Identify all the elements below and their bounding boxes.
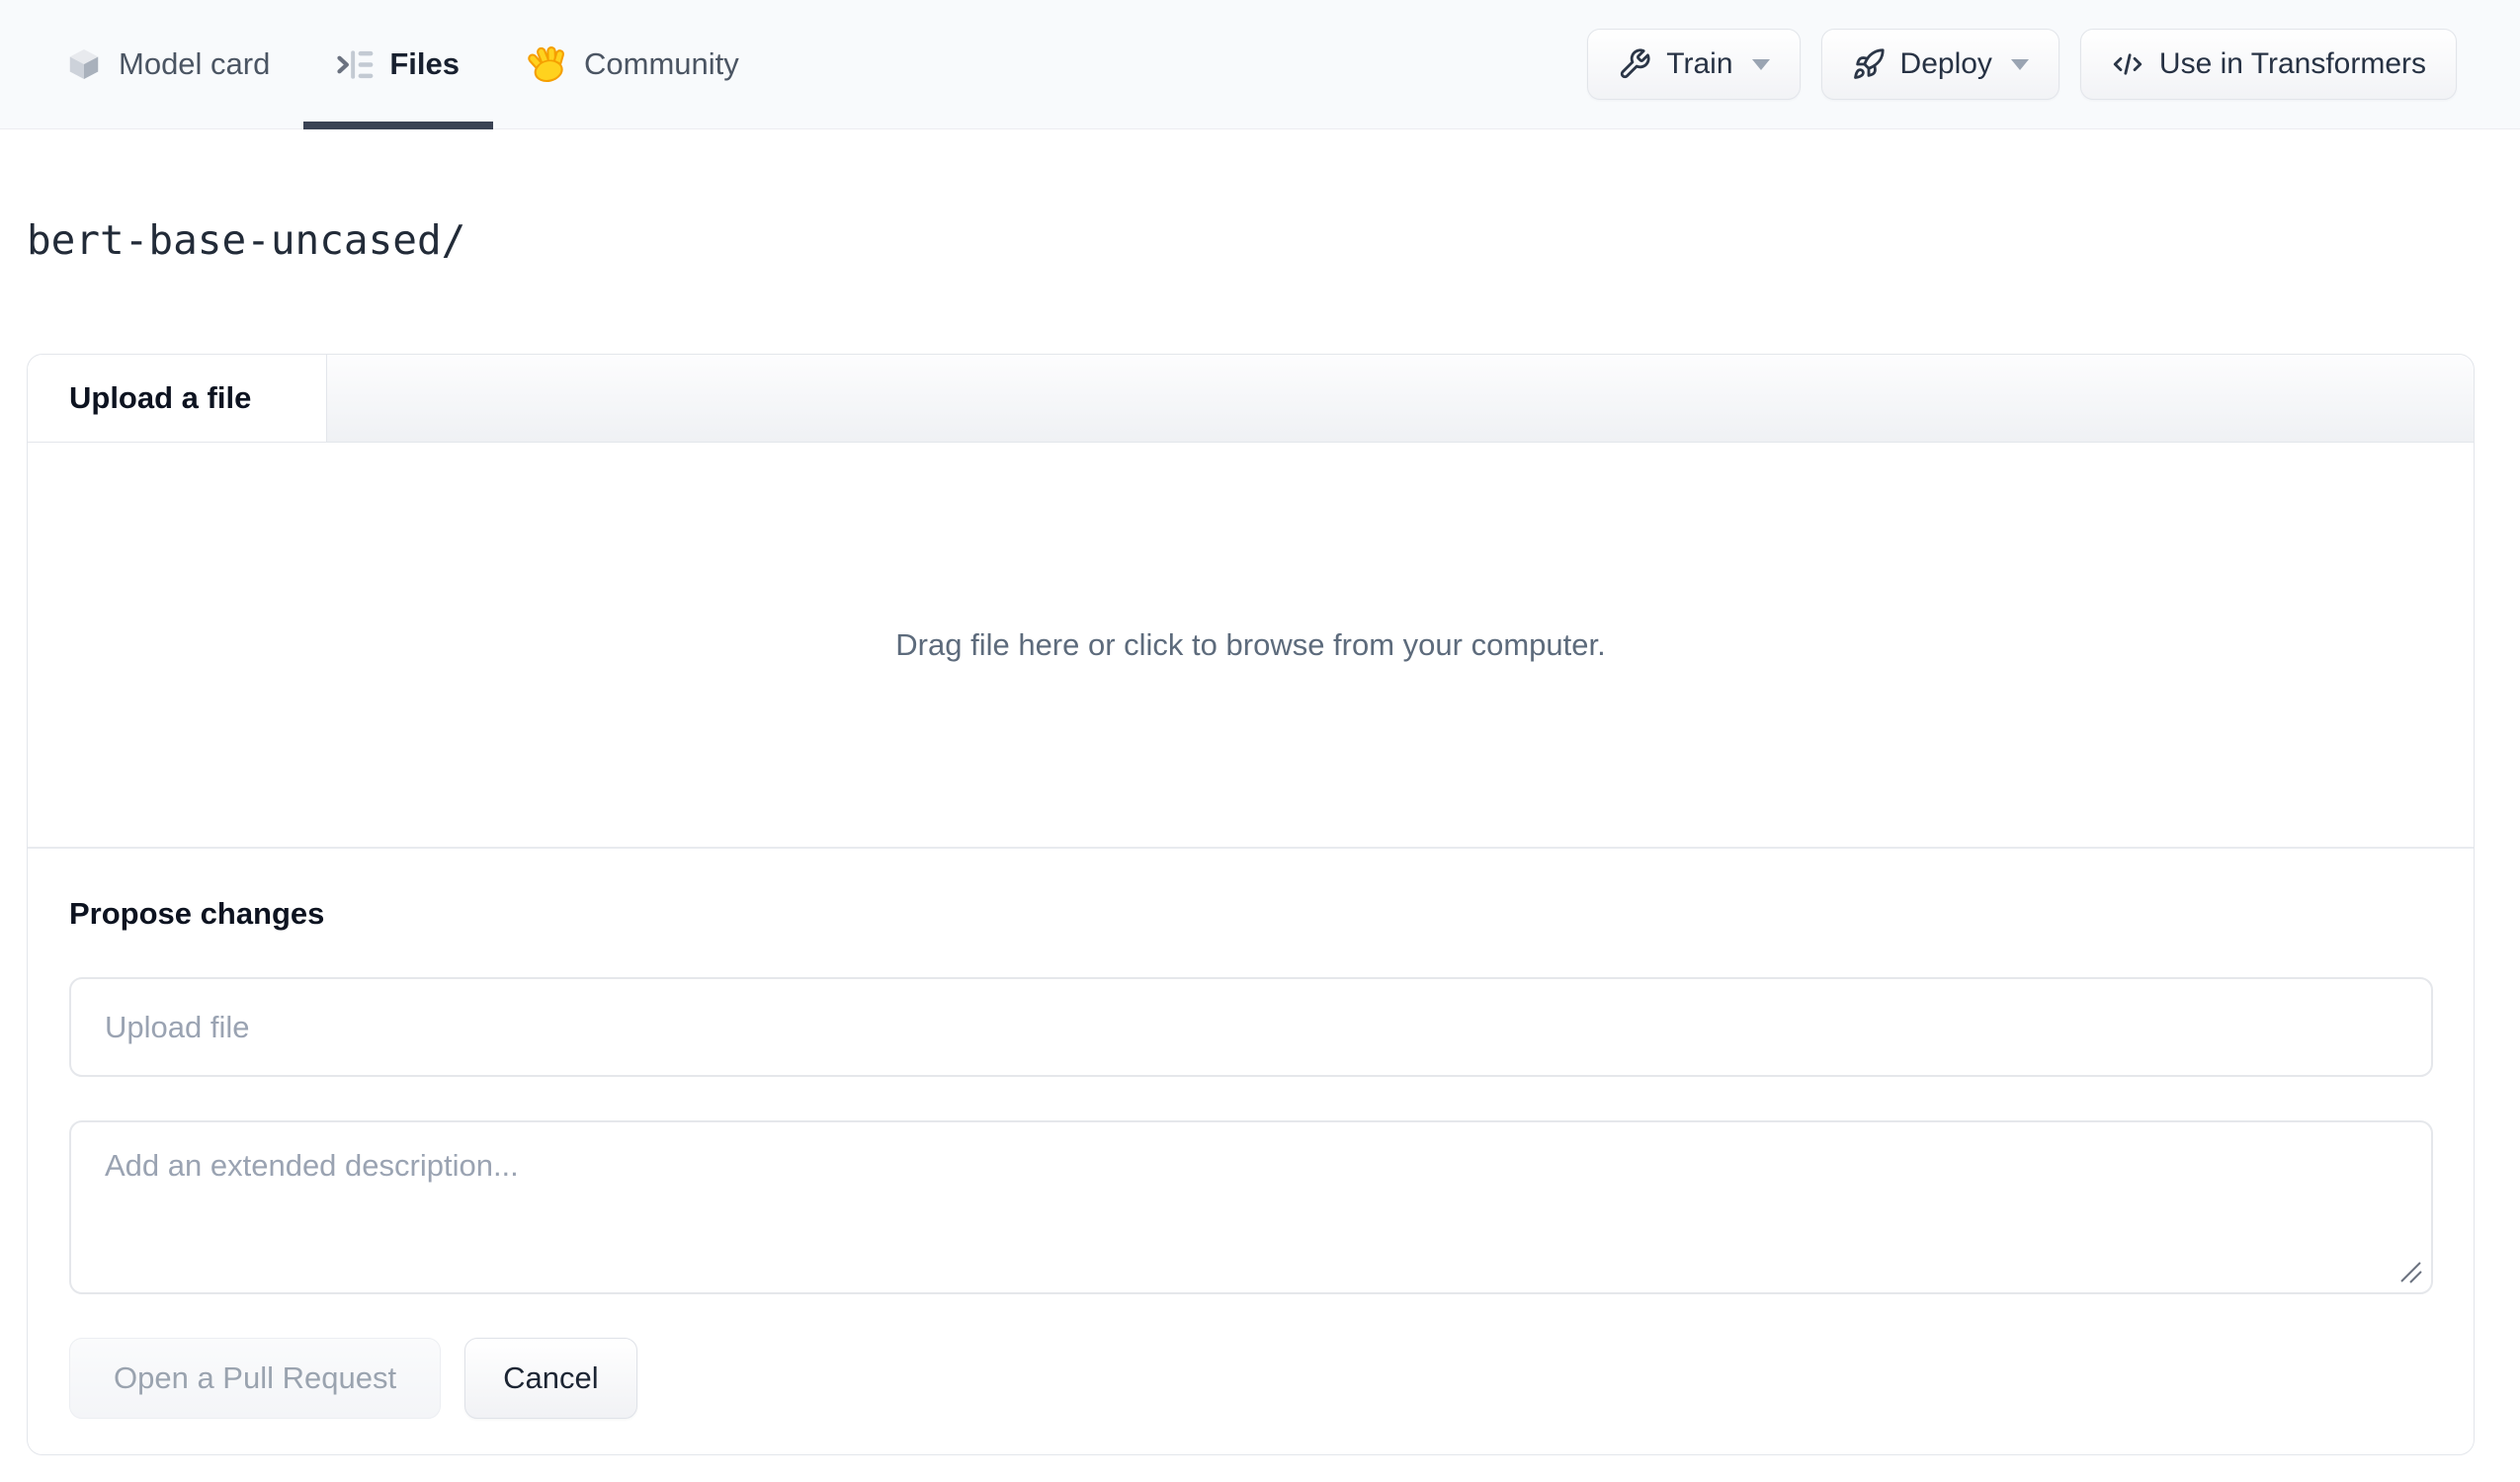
file-dropzone[interactable]: Drag file here or click to browse from y… <box>28 443 2474 850</box>
tab-upload-a-file[interactable]: Upload a file <box>28 355 327 443</box>
chevron-down-icon <box>1751 58 1770 70</box>
propose-actions-row: Open a Pull Request Cancel <box>69 1338 2433 1420</box>
waving-hand-icon <box>527 43 568 85</box>
propose-changes-section: Propose changes Open a Pull Request Canc… <box>28 849 2474 1454</box>
tab-upload-a-file-label: Upload a file <box>69 380 252 416</box>
breadcrumb[interactable]: bert-base-uncased/ <box>27 216 465 265</box>
tab-model-card-label: Model card <box>119 46 271 81</box>
use-in-transformers-label: Use in Transformers <box>2158 47 2426 80</box>
textarea-resize-handle[interactable] <box>2397 1259 2423 1284</box>
cube-icon <box>65 45 103 83</box>
cancel-button[interactable]: Cancel <box>464 1338 637 1420</box>
repo-nav-tabs: Model card Files Community <box>65 0 773 129</box>
wrench-icon <box>1618 47 1651 81</box>
use-in-transformers-button[interactable]: Use in Transformers <box>2079 29 2457 100</box>
repo-action-buttons: Train Deploy Use in Transformers <box>1587 0 2457 128</box>
files-list-icon <box>337 48 374 81</box>
tab-files[interactable]: Files <box>303 0 493 129</box>
open-pull-request-button[interactable]: Open a Pull Request <box>69 1338 442 1420</box>
description-field-wrap <box>69 1120 2433 1295</box>
tab-files-label: Files <box>389 46 461 81</box>
deploy-button[interactable]: Deploy <box>1820 29 2059 100</box>
extended-description-textarea[interactable] <box>69 1120 2433 1295</box>
repo-header: Model card Files Community Train Deploy … <box>0 0 2520 129</box>
deploy-button-label: Deploy <box>1899 47 1992 80</box>
rocket-icon <box>1852 47 1886 81</box>
tab-community[interactable]: Community <box>493 0 773 128</box>
code-icon <box>2111 47 2144 81</box>
propose-changes-heading: Propose changes <box>69 896 325 932</box>
upload-file-input[interactable] <box>69 977 2433 1078</box>
tab-model-card[interactable]: Model card <box>65 0 303 128</box>
upload-card-tabbar: Upload a file <box>28 355 2474 444</box>
train-button[interactable]: Train <box>1587 29 1801 100</box>
chevron-down-icon <box>2010 58 2029 70</box>
dropzone-hint-text: Drag file here or click to browse from y… <box>895 626 1606 662</box>
train-button-label: Train <box>1666 47 1733 80</box>
upload-file-card: Upload a file Drag file here or click to… <box>27 354 2475 1456</box>
tab-community-label: Community <box>584 46 739 81</box>
